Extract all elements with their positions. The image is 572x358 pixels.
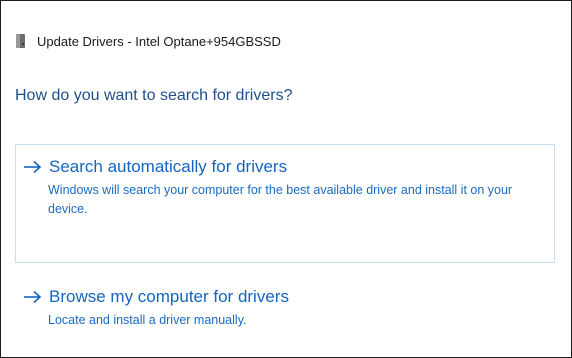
dialog-title-bar: Update Drivers - Intel Optane+954GBSSD xyxy=(15,32,281,50)
option-title: Browse my computer for drivers xyxy=(49,287,289,306)
option-description: Windows will search your computer for th… xyxy=(48,183,513,216)
update-drivers-dialog: Update Drivers - Intel Optane+954GBSSD H… xyxy=(0,0,572,358)
option-title: Search automatically for drivers xyxy=(49,157,288,176)
dialog-title: Update Drivers - Intel Optane+954GBSSD xyxy=(37,33,281,49)
arrow-right-icon xyxy=(23,160,43,174)
browse-computer-option[interactable]: Browse my computer for drivers Locate an… xyxy=(15,281,555,337)
arrow-right-icon xyxy=(23,290,43,304)
search-automatically-option[interactable]: Search automatically for drivers Windows… xyxy=(15,144,555,263)
drive-icon xyxy=(15,33,27,49)
option-description: Locate and install a driver manually. xyxy=(48,313,247,327)
option-header: Browse my computer for drivers xyxy=(23,286,289,308)
option-header: Search automatically for drivers xyxy=(23,156,287,178)
page-heading: How do you want to search for drivers? xyxy=(15,87,293,104)
